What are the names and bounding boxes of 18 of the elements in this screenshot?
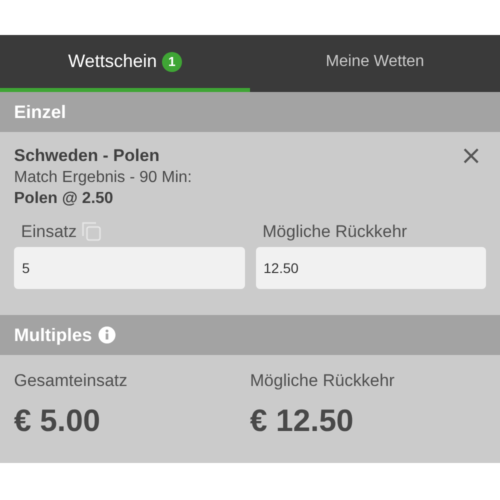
close-button[interactable]: × (456, 146, 486, 166)
market-label: Match Ergebnis - 90 Min: (14, 169, 193, 187)
field-label: Mögliche Rückkehr (262, 222, 408, 242)
match-title: Schweden - Polen (14, 146, 160, 166)
summary-label: Mögliche Rückkehr (250, 371, 396, 391)
count-badge: 1 (162, 52, 182, 72)
potential-return-amount: € 12.50 (250, 403, 354, 439)
summary-label: Gesamteinsatz (14, 371, 128, 391)
section-title: Multiples (14, 324, 92, 346)
copy-icon[interactable] (82, 222, 102, 242)
stake-input[interactable]: 5 (14, 247, 244, 289)
section-title: Einzel (14, 102, 66, 122)
info-icon[interactable] (98, 326, 116, 344)
selection-pick: Polen @ 2.50 (14, 190, 114, 208)
total-stake-amount: € 5.00 (14, 403, 102, 439)
tab[interactable]: Meine Wetten (250, 35, 500, 92)
field-label: Einsatz (21, 222, 77, 242)
return-field[interactable]: 12.50 (256, 247, 486, 289)
